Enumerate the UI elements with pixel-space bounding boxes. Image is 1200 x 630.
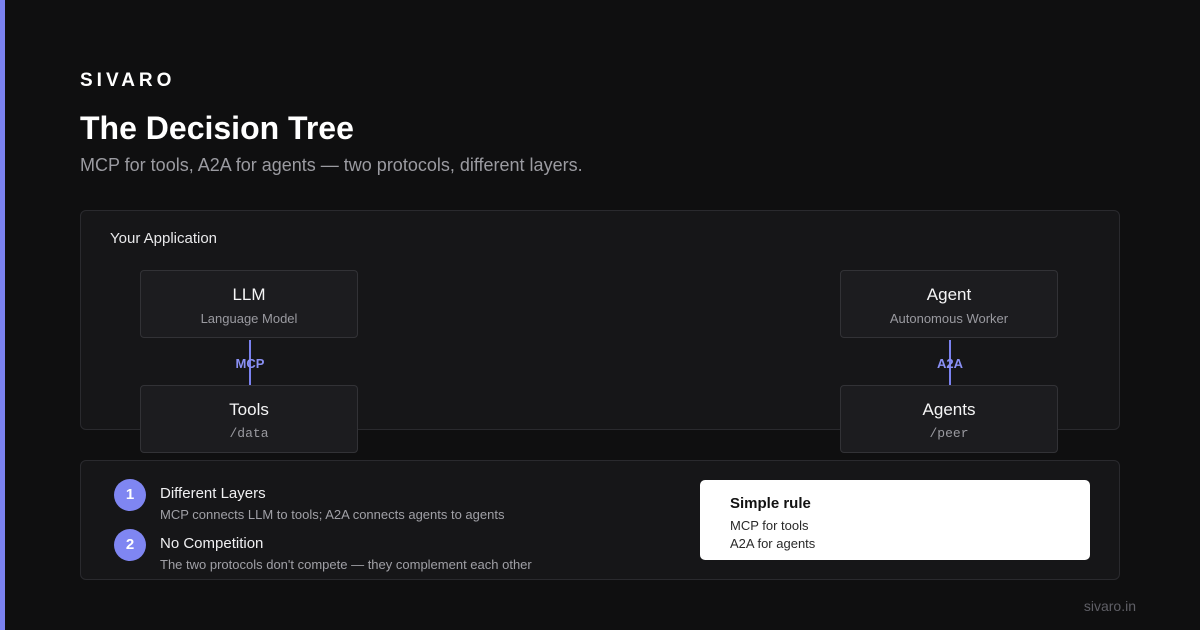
footer-url: sivaro.in — [1083, 598, 1136, 614]
application-label: Your Application — [110, 230, 218, 247]
agent-node-name: Agent — [926, 285, 972, 304]
agents-node-name: Agents — [922, 400, 976, 419]
a2a-connector-label: A2A — [936, 356, 963, 371]
accent-bar — [0, 0, 5, 630]
page-title: The Decision Tree — [80, 110, 354, 146]
point-description: The two protocols don't compete — they c… — [160, 557, 532, 572]
agent-node: Agent Autonomous Worker — [840, 270, 1058, 338]
tools-node-subtitle: /data — [229, 426, 269, 441]
page-subtitle: MCP for tools, A2A for agents — two prot… — [80, 155, 583, 175]
point-title: Different Layers — [160, 485, 266, 502]
rule-line: MCP for tools — [730, 518, 809, 533]
agents-node: Agents /peer — [840, 385, 1058, 453]
llm-node-name: LLM — [232, 285, 266, 304]
rule-title: Simple rule — [730, 495, 811, 512]
simple-rule-card: Simple rule MCP for tools A2A for agents — [700, 480, 1090, 560]
llm-node-subtitle: Language Model — [200, 311, 298, 326]
tools-node: Tools /data — [140, 385, 358, 453]
agent-node-subtitle: Autonomous Worker — [889, 311, 1009, 326]
mcp-connector-label: MCP — [235, 356, 265, 371]
llm-node: LLM Language Model — [140, 270, 358, 338]
agents-node-subtitle: /peer — [929, 426, 969, 441]
point-description: MCP connects LLM to tools; A2A connects … — [160, 507, 505, 522]
rule-line: A2A for agents — [730, 536, 816, 551]
point-number-badge: 2 — [114, 529, 146, 561]
point-number-badge: 1 — [114, 479, 146, 511]
brand-logo-text: SIVARO — [80, 70, 176, 91]
point-title: No Competition — [160, 535, 264, 552]
tools-node-name: Tools — [229, 400, 269, 419]
